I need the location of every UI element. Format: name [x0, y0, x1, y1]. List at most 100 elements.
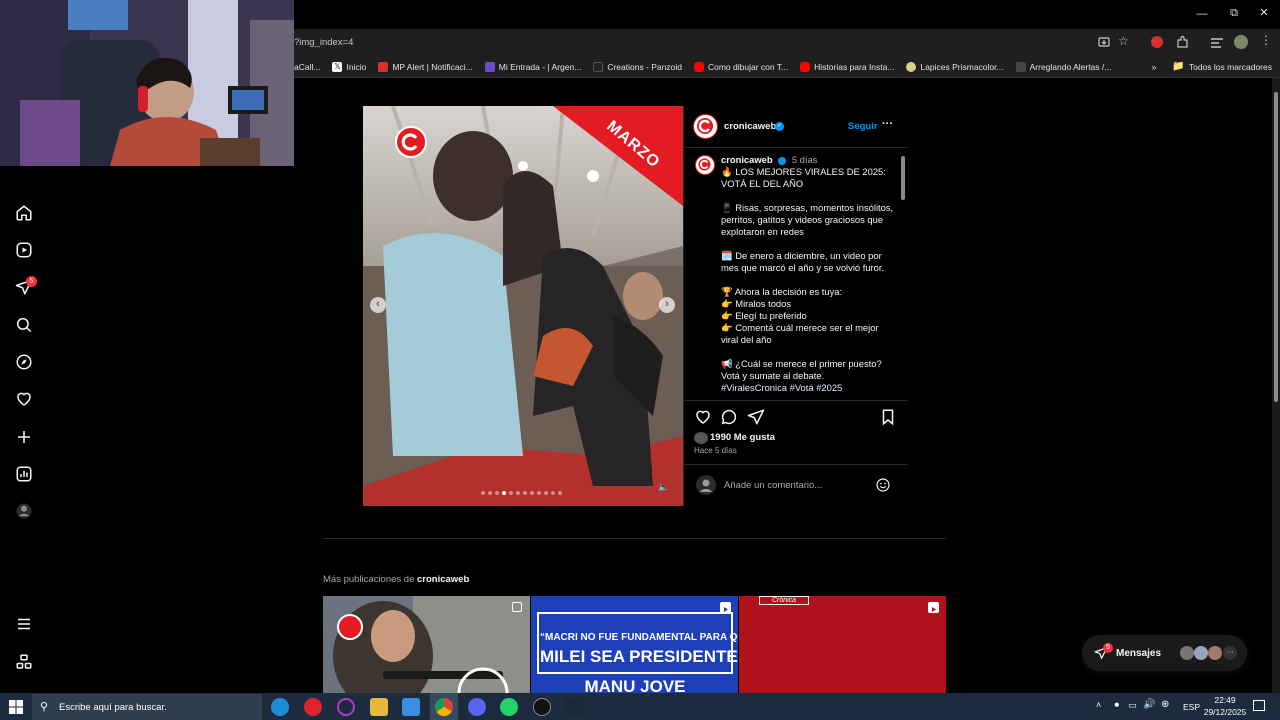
- caption-username[interactable]: cronicaweb: [721, 154, 773, 165]
- carousel-next-icon[interactable]: ›: [659, 297, 675, 313]
- page-scrollbar[interactable]: [1272, 78, 1280, 693]
- liker-avatar[interactable]: [694, 432, 708, 444]
- caption-avatar[interactable]: [695, 155, 715, 175]
- emoji-icon[interactable]: [875, 477, 891, 493]
- caption-scrollbar-thumb[interactable]: [901, 156, 905, 200]
- network-icon[interactable]: ⊕: [1161, 699, 1169, 710]
- more-posts-user[interactable]: cronicaweb: [417, 574, 469, 585]
- bookmark-item[interactable]: Como dibujar con T...: [693, 61, 789, 72]
- dashboard-icon[interactable]: [14, 464, 34, 484]
- caption-line: 👉 Elegí tu preferido: [721, 310, 807, 321]
- close-window-icon[interactable]: ✕: [1256, 6, 1272, 19]
- messages-button[interactable]: 5 Mensajes ···: [1082, 635, 1247, 671]
- windows-start-icon[interactable]: [9, 700, 23, 714]
- url-text[interactable]: ?img_index=4: [294, 37, 353, 48]
- volume-icon[interactable]: 🔊: [1143, 699, 1155, 710]
- discord-icon[interactable]: [468, 698, 486, 716]
- profile-avatar-icon[interactable]: [1234, 35, 1248, 49]
- cronica-logo-icon: [395, 126, 427, 158]
- bookmark-item[interactable]: 𝕏 Inicio: [332, 61, 367, 72]
- bookmark-label: Como dibujar con T...: [707, 61, 789, 72]
- opera-icon[interactable]: [304, 698, 322, 716]
- caption-scrollbar[interactable]: [899, 148, 907, 398]
- carousel-prev-icon[interactable]: ‹: [370, 297, 386, 313]
- like-heart-icon[interactable]: [694, 408, 712, 431]
- folder-icon: 📁: [1172, 61, 1185, 72]
- more-options-icon[interactable]: ···: [882, 118, 893, 130]
- messages-label: Mensajes: [1116, 648, 1162, 659]
- divider: [684, 400, 908, 401]
- bookmark-item[interactable]: aCall...: [294, 62, 320, 72]
- bookmark-item[interactable]: Creations - Panzoid: [593, 61, 682, 72]
- obs-icon[interactable]: [533, 698, 551, 716]
- threads-icon[interactable]: [14, 652, 34, 672]
- extensions-icon[interactable]: [1175, 35, 1189, 49]
- bookmark-item[interactable]: Arreglando Alertas /...: [1015, 61, 1111, 72]
- steam-icon[interactable]: [565, 698, 583, 716]
- bookmark-label: Inicio: [346, 61, 367, 72]
- install-app-icon[interactable]: [1097, 35, 1111, 49]
- current-user-avatar: [696, 475, 716, 495]
- display-icon[interactable]: ▭: [1128, 700, 1137, 711]
- comment-input[interactable]: Añade un comentario...: [724, 480, 822, 491]
- clock-date[interactable]: 29/12/2025: [1200, 707, 1250, 717]
- heart-icon[interactable]: [14, 389, 34, 409]
- home-icon[interactable]: [14, 203, 34, 223]
- taskbar-search-placeholder[interactable]: Escribe aquí para buscar.: [59, 702, 167, 713]
- prismacolor-icon: [906, 61, 917, 72]
- chrome-icon[interactable]: [435, 698, 453, 716]
- post-thumbnail[interactable]: [323, 596, 530, 693]
- bookmark-item[interactable]: Historias para Insta...: [800, 61, 894, 72]
- panzoid-icon: [593, 61, 604, 72]
- taskbar-search[interactable]: ⚲ Escribe aquí para buscar.: [32, 694, 262, 720]
- reels-icon[interactable]: [14, 240, 34, 260]
- share-icon[interactable]: [747, 408, 765, 431]
- tray-chevron-icon[interactable]: ˄: [1096, 700, 1101, 710]
- clock-time[interactable]: 22:49: [1204, 695, 1246, 705]
- browser-menu-icon[interactable]: ⋮: [1260, 33, 1272, 47]
- bookmarks-overflow-button[interactable]: »: [1152, 62, 1157, 72]
- whatsapp-icon[interactable]: [500, 698, 518, 716]
- audio-icon[interactable]: 🔈: [658, 482, 672, 494]
- bookmark-item[interactable]: Lapices Prismacolor...: [906, 61, 1004, 72]
- likes-count[interactable]: 1990 Me gusta: [710, 432, 775, 443]
- page-scrollbar-thumb[interactable]: [1274, 92, 1278, 402]
- language-indicator[interactable]: ESP: [1183, 702, 1200, 712]
- minimize-icon[interactable]: —: [1194, 8, 1210, 20]
- edge-icon[interactable]: [271, 698, 289, 716]
- bookmark-item[interactable]: Mi Entrada - | Argen...: [484, 61, 581, 72]
- star-icon[interactable]: ☆: [1118, 34, 1129, 48]
- bookmark-label: aCall...: [294, 61, 321, 72]
- author-avatar[interactable]: [693, 114, 718, 139]
- caption-line: Votá y sumate al debate.: [721, 370, 825, 381]
- caption-line: [721, 238, 899, 250]
- follow-button[interactable]: Seguir: [848, 121, 878, 132]
- profile-icon[interactable]: [14, 501, 34, 521]
- reel-icon: [928, 602, 939, 613]
- opera-gx-icon[interactable]: [337, 698, 355, 716]
- bookmark-item[interactable]: MP Alert | Notificaci...: [378, 61, 473, 72]
- notifications-icon[interactable]: [1253, 700, 1265, 711]
- post-thumbnail[interactable]: “MACRI NO FUE FUNDAMENTAL PARA QUE MILEI…: [531, 596, 738, 693]
- comment-icon[interactable]: [720, 408, 738, 431]
- reading-list-icon[interactable]: [1210, 36, 1224, 48]
- author-username[interactable]: cronicaweb: [724, 121, 776, 132]
- menu-icon[interactable]: [14, 614, 34, 634]
- address-bar[interactable]: ?img_index=4 ☆ ⋮: [294, 29, 1280, 56]
- microphone-icon[interactable]: ⚫: [1113, 700, 1121, 711]
- bookmark-icon[interactable]: [879, 408, 897, 431]
- caption-line: 📱 Risas, sorpresas, momentos insólitos,: [721, 202, 894, 213]
- store-icon[interactable]: [402, 698, 420, 716]
- caption-line: [721, 346, 899, 358]
- create-icon[interactable]: [14, 427, 34, 447]
- post-thumbnail[interactable]: Crónica: [739, 596, 946, 693]
- search-icon[interactable]: [14, 315, 34, 335]
- more-conversations-icon: ···: [1223, 646, 1237, 660]
- caption-line: [721, 190, 899, 202]
- all-bookmarks-folder[interactable]: 📁 Todos los marcadores: [1172, 61, 1272, 72]
- file-explorer-icon[interactable]: [370, 698, 388, 716]
- explore-icon[interactable]: [14, 352, 34, 372]
- extension-red-icon[interactable]: [1151, 36, 1163, 48]
- restore-icon[interactable]: ⧉: [1226, 7, 1242, 20]
- caption-hashtags[interactable]: #ViralesCronica #Votá #2025: [721, 382, 899, 394]
